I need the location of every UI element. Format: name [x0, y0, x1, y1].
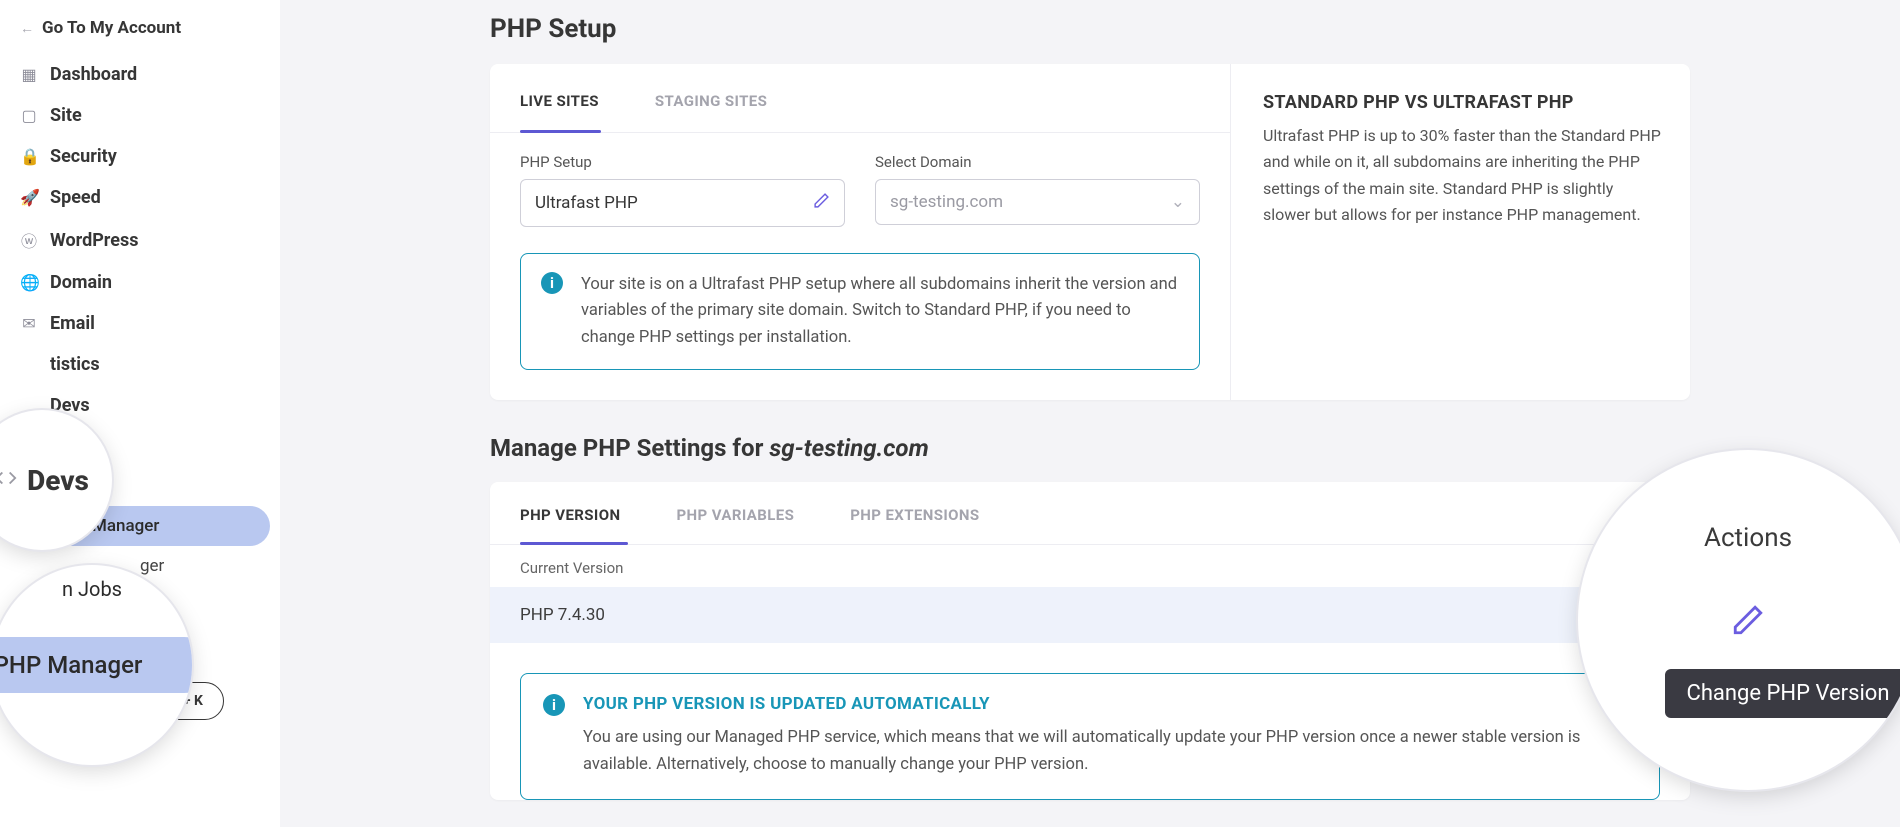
info-text: Your site is on a Ultrafast PHP setup wh… [581, 272, 1179, 351]
auto-update-info-box: i YOUR PHP VERSION IS UPDATED AUTOMATICA… [520, 673, 1660, 799]
tab-label: PHP VARIABLES [676, 506, 794, 524]
manage-php-card: PHP VERSION PHP VARIABLES PHP EXTENSIONS… [490, 482, 1690, 799]
sidebar-item-label: WordPress [50, 230, 138, 251]
current-version-value: PHP 7.4.30 [520, 605, 605, 625]
sidebar-item-domain[interactable]: 🌐 Domain [10, 262, 270, 303]
zoom-actions-callout: Actions Change PHP Version [1578, 450, 1900, 790]
sidebar-item-label: Site [50, 105, 82, 126]
sidebar-item-label: Email [50, 313, 95, 334]
php-setup-card: LIVE SITES STAGING SITES PHP Setup Ultra… [490, 64, 1690, 400]
sidebar-item-site[interactable]: ▢ Site [10, 95, 270, 136]
select-domain-dropdown[interactable]: sg-testing.com ⌄ [875, 179, 1200, 225]
sidebar-item-speed[interactable]: 🚀 Speed [10, 177, 270, 218]
php-setup-label: PHP Setup [520, 153, 845, 171]
tab-staging-sites[interactable]: STAGING SITES [655, 64, 787, 132]
change-php-tooltip: Change PHP Version [1665, 669, 1900, 718]
pencil-icon[interactable] [1731, 603, 1765, 645]
tab-label: STAGING SITES [655, 92, 767, 110]
sidebar-item-label: Speed [50, 187, 101, 208]
tab-label: PHP EXTENSIONS [850, 506, 979, 524]
pencil-icon[interactable] [813, 192, 830, 214]
sidebar-item-dashboard[interactable]: ▦ Dashboard [10, 54, 270, 95]
php-setup-select[interactable]: Ultrafast PHP [520, 179, 845, 227]
sidebar-sub-label: ger [140, 556, 164, 576]
mail-icon: ✉ [20, 314, 38, 333]
code-icon [0, 467, 17, 494]
page-title: PHP Setup [490, 14, 1690, 44]
zoom-devs-label: Devs [27, 464, 89, 497]
dashboard-icon: ▦ [20, 65, 38, 84]
sidebar-item-security[interactable]: 🔒 Security [10, 136, 270, 177]
chart-icon [20, 355, 38, 374]
lock-icon: 🔒 [20, 147, 38, 166]
tab-live-sites[interactable]: LIVE SITES [520, 64, 619, 132]
info-icon: i [543, 694, 565, 716]
aside-title: STANDARD PHP VS ULTRAFAST PHP [1263, 92, 1662, 113]
auto-update-text: You are using our Managed PHP service, w… [583, 724, 1637, 778]
info-icon: i [541, 272, 563, 294]
sidebar-item-statistics[interactable]: tistics [10, 344, 270, 385]
zoom-php-manager-callout: n Jobs PHP Manager ger [0, 565, 192, 765]
sidebar-item-wordpress[interactable]: ⓦ WordPress [10, 218, 270, 262]
ultrafast-info-box: i Your site is on a Ultrafast PHP setup … [520, 253, 1200, 370]
zoom-actions-header: Actions [1578, 523, 1900, 553]
chevron-down-icon: ⌄ [1171, 192, 1185, 212]
site-icon: ▢ [20, 106, 38, 125]
zoom-php-manager-pill: PHP Manager [0, 637, 192, 693]
chevron-left-icon: ← [20, 20, 34, 37]
back-to-account-link[interactable]: ← Go To My Account [10, 14, 270, 54]
tab-php-version[interactable]: PHP VERSION [520, 482, 646, 544]
globe-icon: 🌐 [20, 273, 38, 292]
zoom-cron-label: n Jobs [0, 577, 192, 601]
sidebar-item-label: tistics [50, 354, 100, 375]
sidebar-item-label: Dashboard [50, 64, 137, 85]
rocket-icon: 🚀 [20, 188, 38, 207]
current-version-label: Current Version [490, 545, 1690, 587]
auto-update-title: YOUR PHP VERSION IS UPDATED AUTOMATICALL… [583, 694, 1637, 714]
tab-php-variables[interactable]: PHP VARIABLES [676, 482, 820, 544]
tab-php-extensions[interactable]: PHP EXTENSIONS [850, 482, 1005, 544]
tab-label: PHP VERSION [520, 506, 620, 524]
select-domain-label: Select Domain [875, 153, 1200, 171]
manage-settings-title: Manage PHP Settings for sg-testing.com [490, 434, 1690, 462]
sidebar-item-label: Domain [50, 272, 112, 293]
current-version-row: PHP 7.4.30 [490, 587, 1690, 643]
sidebar-item-email[interactable]: ✉ Email [10, 303, 270, 344]
php-setup-value: Ultrafast PHP [535, 193, 638, 213]
select-domain-value: sg-testing.com [890, 192, 1003, 212]
wordpress-icon: ⓦ [20, 228, 38, 252]
back-link-label: Go To My Account [42, 18, 181, 38]
tab-label: LIVE SITES [520, 92, 599, 110]
sidebar-item-label: Security [50, 146, 117, 167]
aside-body: Ultrafast PHP is up to 30% faster than t… [1263, 123, 1662, 229]
